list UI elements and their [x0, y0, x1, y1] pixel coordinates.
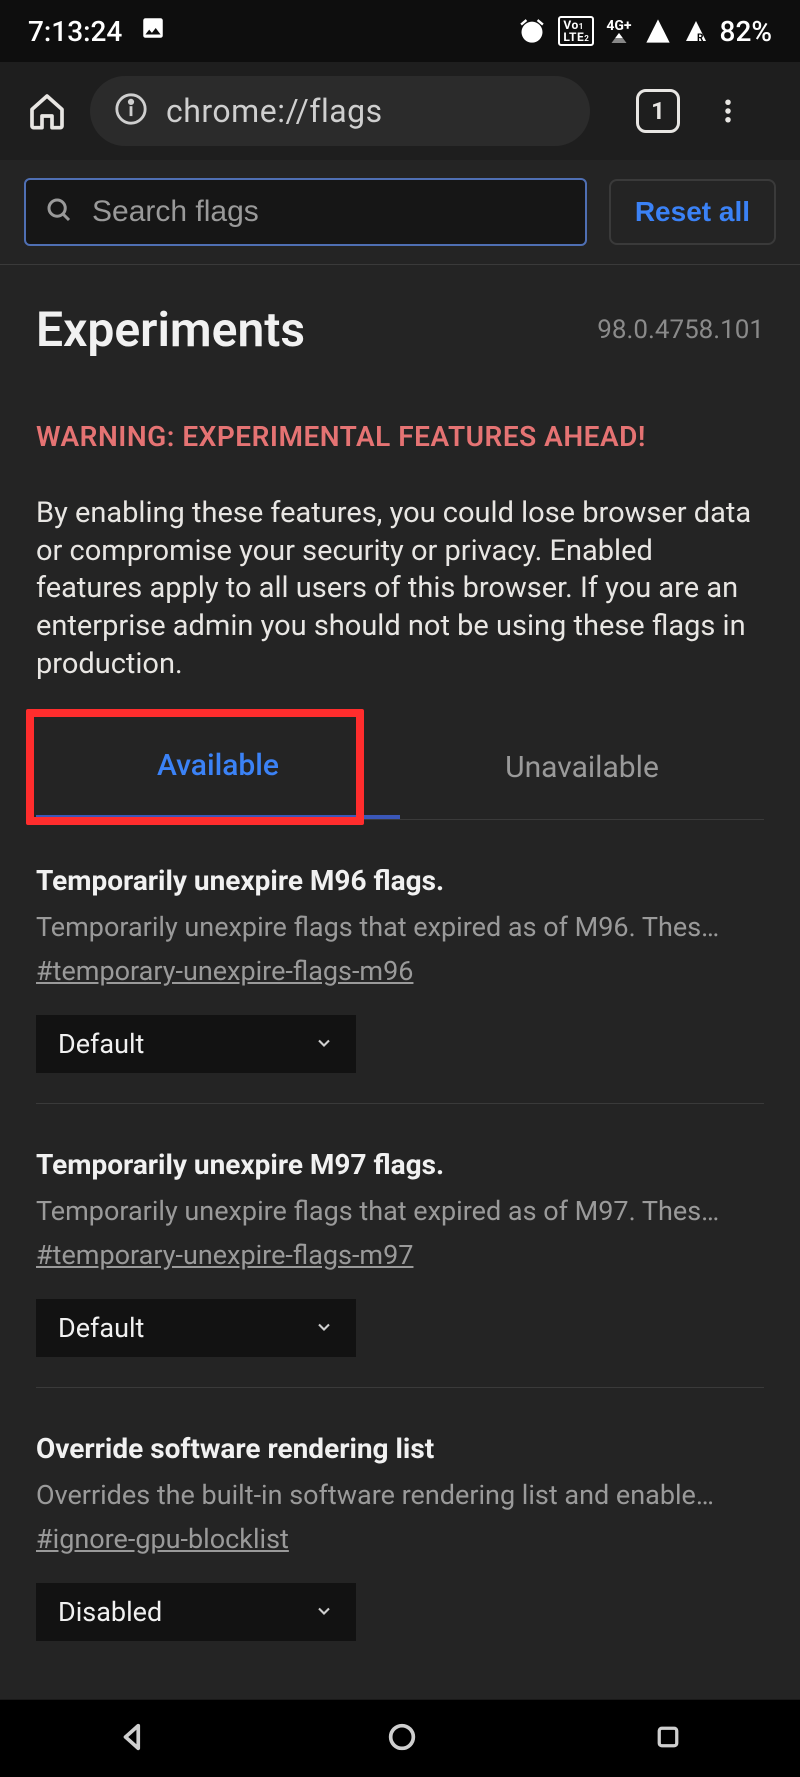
flag-hash-link[interactable]: #temporary-unexpire-flags-m97 — [36, 1239, 413, 1271]
status-bar: 7:13:24 Vo1LTE2 4G+ R 82% — [0, 0, 800, 62]
signal-icon — [644, 17, 672, 45]
tab-count-label: 1 — [651, 97, 665, 125]
flag-select[interactable]: Disabled — [36, 1583, 356, 1641]
alarm-icon — [518, 17, 546, 45]
reset-all-button[interactable]: Reset all — [609, 179, 776, 245]
flag-desc: Overrides the built-in software renderin… — [36, 1479, 764, 1511]
url-bar[interactable]: chrome://flags — [90, 76, 590, 146]
page-info-icon[interactable] — [114, 92, 148, 130]
flag-hash-link[interactable]: #temporary-unexpire-flags-m96 — [36, 955, 413, 987]
page-content: Reset all Experiments 98.0.4758.101 WARN… — [0, 160, 800, 1699]
url-text: chrome://flags — [166, 92, 383, 130]
nav-recents-button[interactable] — [653, 1722, 683, 1756]
nav-home-button[interactable] — [385, 1720, 419, 1758]
browser-toolbar: chrome://flags 1 — [0, 62, 800, 160]
flag-select-value: Default — [58, 1312, 144, 1344]
search-field[interactable] — [24, 178, 587, 246]
flag-select-value: Default — [58, 1028, 144, 1060]
network-4g-icon: 4G+ — [606, 19, 631, 43]
version-label: 98.0.4758.101 — [597, 315, 764, 345]
battery-text: 82% — [720, 15, 772, 48]
tab-switcher-button[interactable]: 1 — [636, 89, 680, 133]
warning-description: By enabling these features, you could lo… — [36, 495, 764, 683]
svg-text:R: R — [697, 33, 704, 43]
tab-unavailable[interactable]: Unavailable — [400, 715, 764, 819]
flag-title: Override software rendering list — [36, 1432, 764, 1465]
chevron-down-icon — [314, 1028, 334, 1060]
chevron-down-icon — [314, 1312, 334, 1344]
chevron-down-icon — [314, 1596, 334, 1628]
flag-select[interactable]: Default — [36, 1015, 356, 1073]
search-row: Reset all — [0, 160, 800, 265]
page-title: Experiments — [36, 301, 305, 358]
signal2-icon: R — [684, 19, 708, 43]
flag-select-value: Disabled — [58, 1596, 162, 1628]
warning-headline: WARNING: EXPERIMENTAL FEATURES AHEAD! — [36, 420, 764, 453]
flag-hash-link[interactable]: #ignore-gpu-blocklist — [36, 1523, 289, 1555]
flag-desc: Temporarily unexpire flags that expired … — [36, 1195, 764, 1227]
search-icon — [44, 195, 74, 229]
status-time: 7:13:24 — [28, 15, 122, 48]
flag-item: Override software rendering list Overrid… — [36, 1388, 764, 1671]
flag-title: Temporarily unexpire M96 flags. — [36, 864, 764, 897]
nav-back-button[interactable] — [117, 1720, 151, 1758]
search-input[interactable] — [92, 195, 567, 229]
overflow-menu-button[interactable] — [706, 89, 750, 133]
picture-icon — [140, 15, 166, 48]
flag-desc: Temporarily unexpire flags that expired … — [36, 911, 764, 943]
home-button[interactable] — [24, 88, 70, 134]
flag-item: Temporarily unexpire M96 flags. Temporar… — [36, 820, 764, 1104]
flag-title: Temporarily unexpire M97 flags. — [36, 1148, 764, 1181]
lte-badge-icon: Vo1LTE2 — [558, 16, 594, 46]
flag-item: Temporarily unexpire M97 flags. Temporar… — [36, 1104, 764, 1388]
flag-select[interactable]: Default — [36, 1299, 356, 1357]
tabs: Available Unavailable — [36, 715, 764, 820]
tab-available[interactable]: Available — [36, 715, 400, 819]
system-nav-bar — [0, 1699, 800, 1777]
